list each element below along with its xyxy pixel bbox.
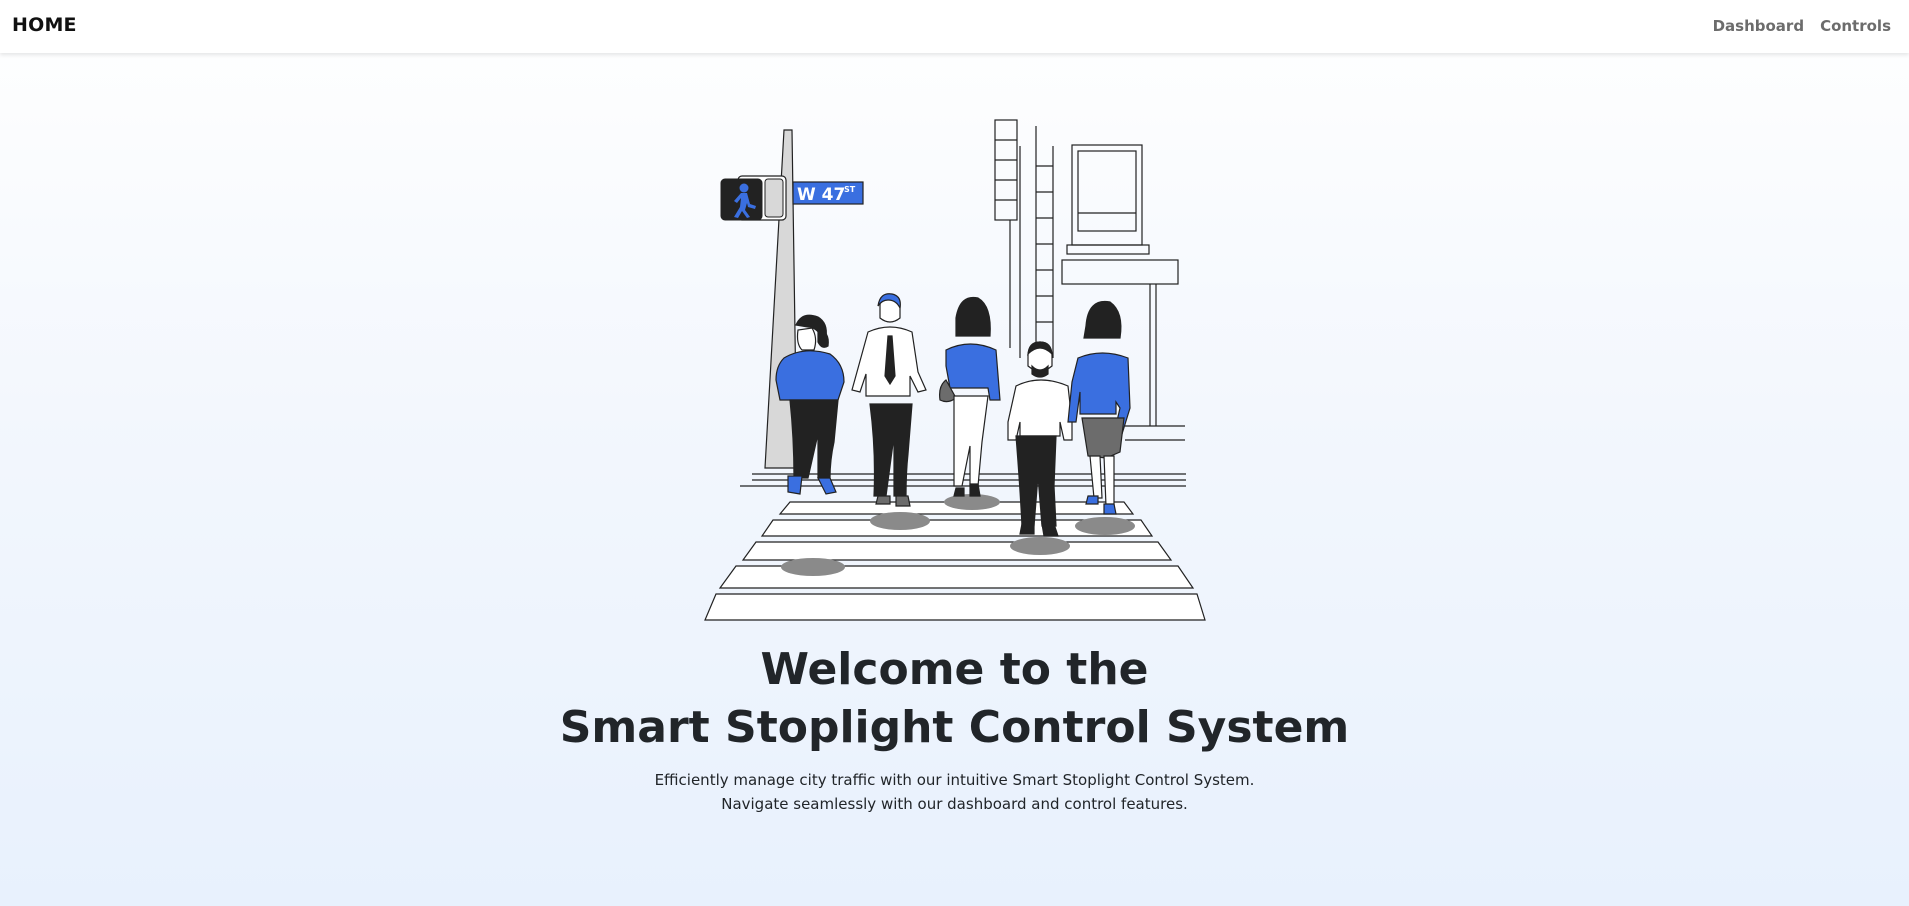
street-sign-name: W 47 [797,185,845,205]
person-woman-bag [939,296,1001,497]
top-navbar: HOME Dashboard Controls [0,0,1909,53]
nav-link-controls[interactable]: Controls [1820,17,1891,35]
street-sign-suffix: ST [844,185,856,194]
hero-subtitle-line1: Efficiently manage city traffic with our… [654,771,1255,789]
crosswalk [704,501,1206,621]
traffic-pole [720,129,798,469]
person-woman-blue-top [1067,300,1131,515]
home-link[interactable]: HOME [12,14,77,36]
hero-title-line2: Smart Stoplight Control System [559,702,1350,753]
nav-links: Dashboard Controls [1713,17,1891,35]
street-sign: W 47 ST [792,181,864,205]
hero-subtitle: Efficiently manage city traffic with our… [0,768,1909,816]
crosswalk-illustration: W 47 ST [704,119,1206,621]
nav-link-dashboard[interactable]: Dashboard [1713,17,1804,35]
hero-title-line1: Welcome to the [760,644,1149,695]
hero-title: Welcome to the Smart Stoplight Control S… [0,641,1909,757]
hero-subtitle-line2: Navigate seamlessly with our dashboard a… [721,795,1188,813]
